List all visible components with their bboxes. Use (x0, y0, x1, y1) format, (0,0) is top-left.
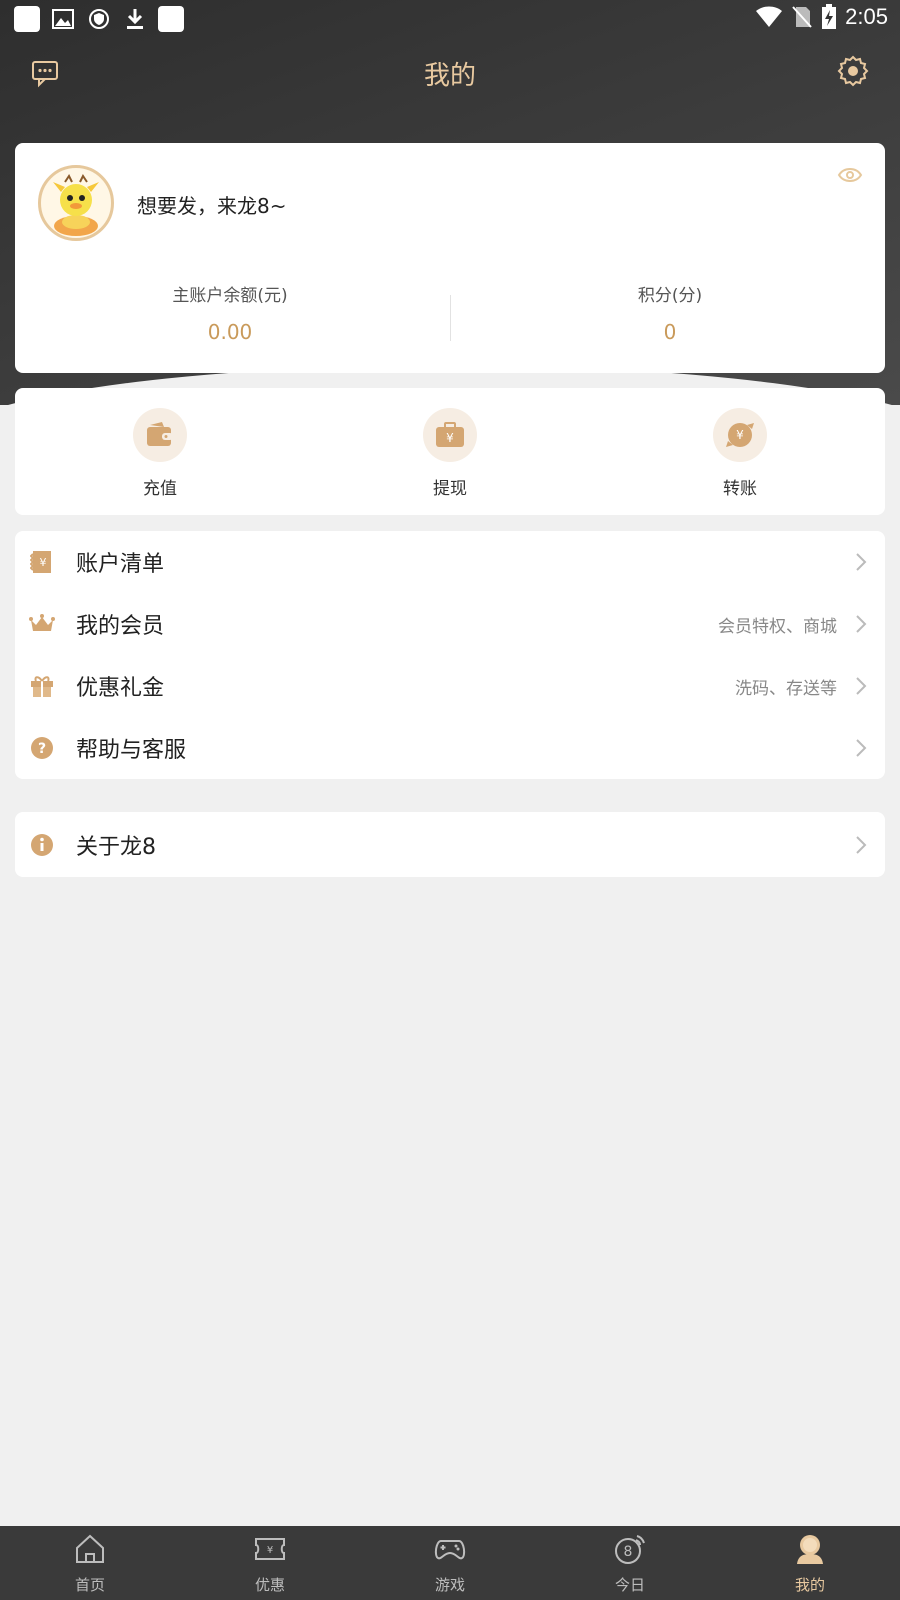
chevron-right-icon (856, 553, 867, 571)
title-bar: 我的 (0, 45, 900, 101)
toggle-visibility-button[interactable] (837, 165, 863, 185)
recharge-label: 充值 (143, 479, 177, 499)
recharge-button[interactable]: 充值 (100, 408, 220, 499)
balance-stat[interactable]: 主账户余额(元) 0.00 (15, 281, 445, 344)
home-icon (76, 1534, 104, 1563)
today-icon: 8 (615, 1535, 645, 1564)
info-icon (29, 832, 55, 858)
chevron-right-icon (856, 835, 867, 854)
points-label: 积分(分) (637, 286, 703, 306)
nav-label: 游戏 (434, 1576, 465, 1594)
svg-text:?: ? (38, 741, 46, 757)
chevron-right-icon (856, 677, 867, 695)
svg-text:8: 8 (624, 1544, 633, 1560)
divider (450, 295, 451, 341)
crown-icon (29, 611, 55, 637)
help-icon: ? (29, 735, 55, 761)
image-icon (50, 6, 76, 32)
menu-card: ¥ 账户清单 我的会员 会员特权、商城 优惠礼金 洗码、存送等 ? 帮助与客服 (15, 531, 885, 779)
menu-item-about[interactable]: 关于龙8 (15, 812, 885, 877)
profile-card: 想要发，来龙8~ 主账户余额(元) 0.00 积分(分) 0 (15, 143, 885, 373)
quick-actions-card: 充值 ¥ 提现 ¥ 转账 (15, 388, 885, 515)
nav-label: 首页 (74, 1576, 105, 1594)
about-card: 关于龙8 (15, 812, 885, 877)
battery-charging-icon (822, 4, 837, 29)
bottom-navigation: 首页 ¥ 优惠 游戏 8 今日 我的 (0, 1526, 900, 1600)
nav-label: 我的 (794, 1576, 825, 1594)
svg-text:¥: ¥ (446, 431, 454, 445)
gear-icon (837, 55, 869, 87)
menu-label: 我的会员 (76, 614, 165, 639)
nav-item-mine[interactable]: 我的 (720, 1526, 900, 1600)
avatar[interactable] (38, 165, 114, 241)
nav-label: 优惠 (254, 1576, 285, 1594)
nav-item-promotions[interactable]: ¥ 优惠 (180, 1526, 360, 1600)
menu-item-help[interactable]: ? 帮助与客服 (15, 717, 885, 779)
settings-button[interactable] (836, 54, 870, 88)
download-icon (122, 6, 148, 32)
eye-icon (837, 168, 863, 182)
briefcase-yen-icon: ¥ (423, 408, 477, 462)
notification-icon (158, 6, 184, 32)
transfer-button[interactable]: ¥ 转账 (680, 408, 800, 499)
menu-label: 帮助与客服 (76, 738, 187, 763)
transfer-yen-icon: ¥ (713, 408, 767, 462)
chevron-right-icon (856, 739, 867, 757)
menu-item-promotions[interactable]: 优惠礼金 洗码、存送等 (15, 655, 885, 717)
ticket-icon: ¥ (255, 1538, 285, 1560)
username: 想要发，来龙8~ (137, 194, 287, 218)
menu-label: 关于龙8 (76, 834, 156, 860)
menu-item-membership[interactable]: 我的会员 会员特权、商城 (15, 593, 885, 655)
status-bar: 2:05 (0, 0, 900, 38)
shield-icon (86, 6, 112, 32)
points-stat[interactable]: 积分(分) 0 (455, 281, 885, 344)
menu-item-account-statement[interactable]: ¥ 账户清单 (15, 531, 885, 593)
balance-label: 主账户余额(元) (172, 286, 288, 306)
menu-label: 优惠礼金 (76, 676, 165, 701)
menu-hint: 洗码、存送等 (735, 678, 837, 699)
points-value: 0 (663, 320, 677, 344)
no-sim-icon (792, 6, 812, 28)
gift-icon (29, 673, 55, 699)
user-icon (797, 1535, 823, 1564)
svg-text:¥: ¥ (736, 428, 744, 442)
nav-label: 今日 (614, 1576, 645, 1594)
page-title: 我的 (423, 61, 476, 91)
wallet-icon (133, 408, 187, 462)
withdraw-button[interactable]: ¥ 提现 (390, 408, 510, 499)
gamepad-icon (434, 1540, 466, 1560)
chevron-right-icon (856, 615, 867, 633)
nav-item-home[interactable]: 首页 (0, 1526, 180, 1600)
dragon-mascot-icon (53, 174, 99, 236)
menu-label: 账户清单 (76, 552, 165, 577)
nav-item-games[interactable]: 游戏 (360, 1526, 540, 1600)
withdraw-label: 提现 (433, 479, 467, 499)
menu-hint: 会员特权、商城 (718, 616, 837, 637)
clock: 2:05 (845, 4, 888, 29)
balance-value: 0.00 (207, 320, 253, 344)
bill-icon: ¥ (29, 549, 55, 575)
svg-text:¥: ¥ (267, 1545, 273, 1556)
notification-icon (14, 6, 40, 32)
nav-item-today[interactable]: 8 今日 (540, 1526, 720, 1600)
wifi-icon (756, 6, 783, 27)
svg-text:¥: ¥ (40, 556, 47, 569)
transfer-label: 转账 (723, 479, 757, 499)
